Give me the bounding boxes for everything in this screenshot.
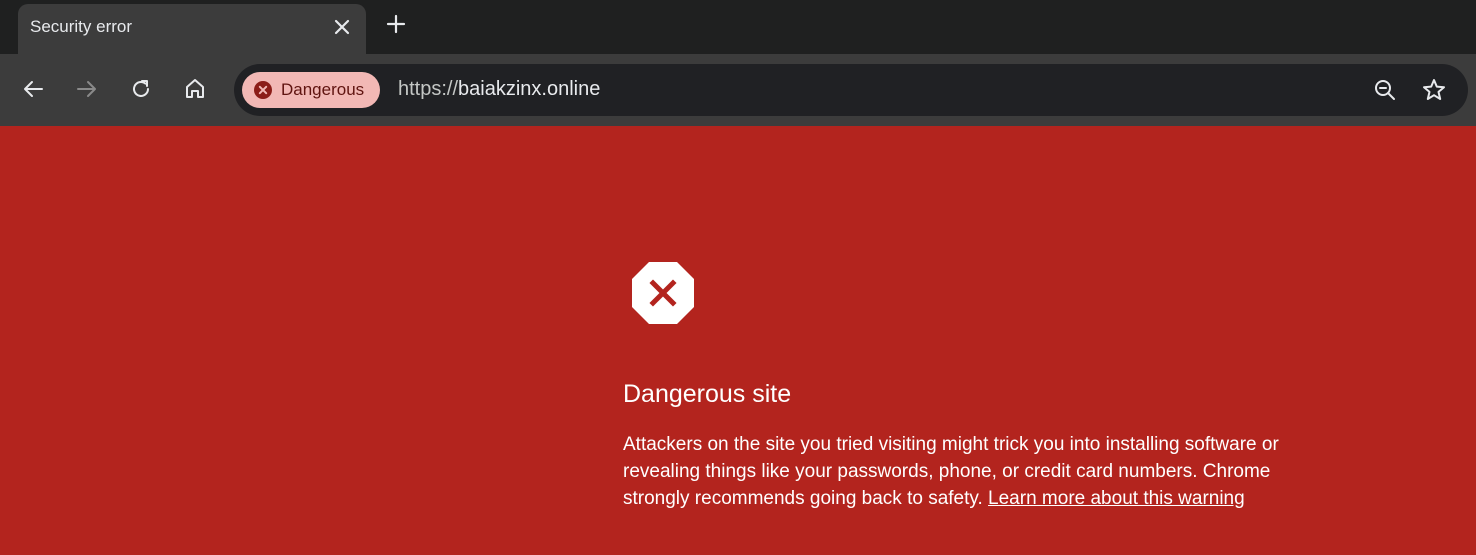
plus-icon[interactable] [382,10,410,38]
tab-active[interactable]: Security error [18,4,366,54]
tab-title: Security error [30,17,133,36]
zoom-icon[interactable] [1372,77,1398,103]
page-title: Dangerous site [623,380,792,408]
toolbar: Dangerous https://baiakzinx.online [0,54,1476,126]
danger-icon [254,81,272,99]
home-icon[interactable] [180,74,210,104]
security-chip-label: Dangerous [281,80,365,99]
security-chip[interactable]: Dangerous [242,72,381,108]
forward-icon[interactable] [72,74,102,104]
back-icon[interactable] [18,74,48,104]
star-icon[interactable] [1421,77,1447,103]
close-icon[interactable] [330,15,354,39]
url-scheme: https:// [398,78,459,100]
tab-strip: Security error [0,0,1476,54]
reload-icon[interactable] [126,74,156,104]
url-text[interactable]: https://baiakzinx.online [398,78,600,101]
warning-description: Attackers on the site you tried visiting… [623,431,1303,512]
learn-more-link[interactable]: Learn more about this warning [988,488,1245,509]
interstitial-content: Dangerous site Attackers on the site you… [0,126,1476,555]
warning-octagon-icon [632,262,694,324]
address-bar[interactable]: Dangerous https://baiakzinx.online [234,64,1468,116]
url-host: baiakzinx.online [458,78,601,100]
